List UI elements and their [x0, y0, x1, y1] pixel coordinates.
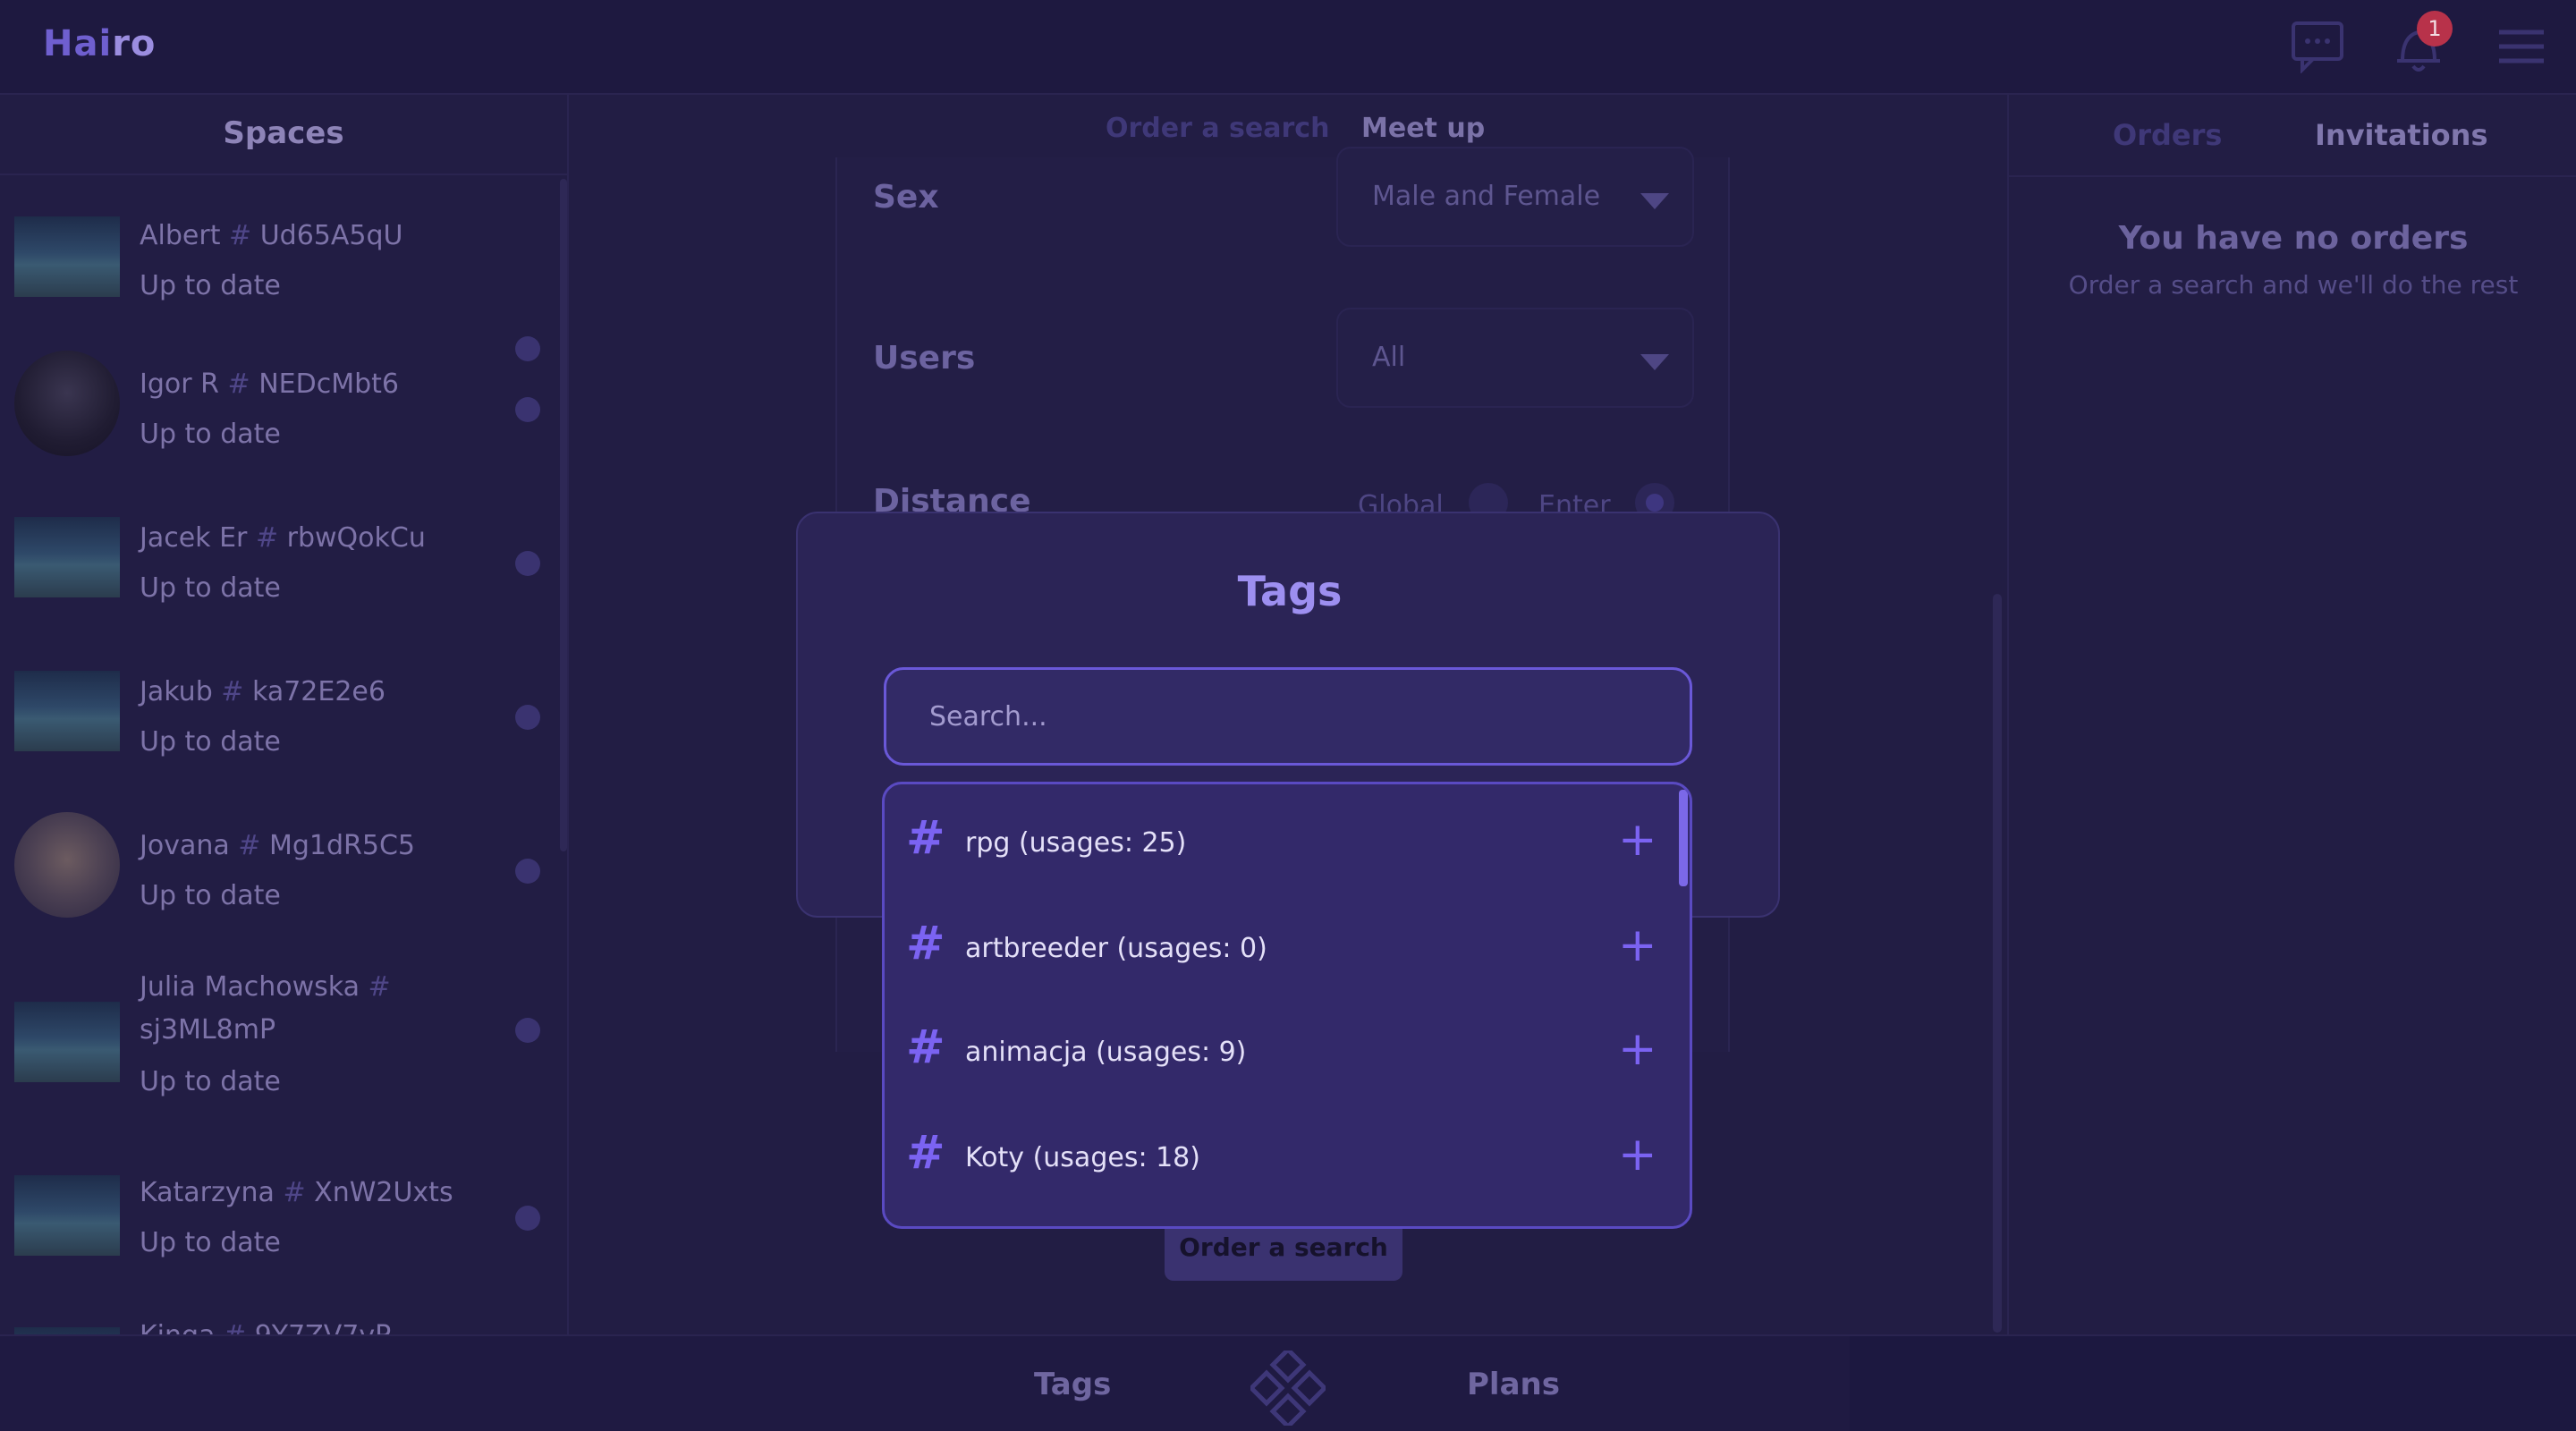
avatar — [14, 1327, 120, 1334]
tag-item[interactable]: # rpg (usages: 25) + — [885, 792, 1690, 897]
tag-label: artbreeder (usages: 0) — [965, 933, 1267, 964]
status-dot — [515, 551, 540, 576]
center-tabs: Order a search Meet up — [571, 95, 2005, 166]
tab-order-search[interactable]: Order a search — [1106, 113, 1329, 144]
hashtag-icon: # — [906, 1020, 945, 1074]
status-dot — [515, 859, 540, 884]
app-logo[interactable]: Hairo — [43, 23, 156, 64]
bottom-tags[interactable]: Tags — [1034, 1367, 1111, 1402]
tab-orders[interactable]: Orders — [2113, 118, 2222, 152]
sex-select[interactable]: Male and Female — [1336, 147, 1694, 247]
avatar — [14, 812, 120, 918]
top-bar: Hairo 1 — [0, 0, 2576, 95]
bottom-bar: Tags Plans — [0, 1334, 2576, 1431]
orders-sidebar: Orders Invitations You have no orders Or… — [2007, 95, 2576, 1334]
plus-icon[interactable]: + — [1618, 1128, 1657, 1181]
hashtag-icon: # — [906, 917, 945, 970]
notification-badge: 1 — [2417, 11, 2453, 47]
status-dot — [515, 705, 540, 730]
chevron-down-icon — [1640, 193, 1669, 209]
tabs-divider — [2009, 175, 2576, 177]
plus-icon[interactable]: + — [1618, 919, 1657, 972]
tag-item[interactable]: # Koty (usages: 18) + — [885, 1106, 1690, 1212]
space-item[interactable]: Kinga # 9Y7ZV7vP — [0, 1315, 567, 1334]
space-item[interactable]: Igor R # NEDcMbt6 Up to date — [0, 351, 567, 494]
tags-search-input[interactable] — [884, 667, 1692, 766]
modal-title: Tags — [1237, 567, 1343, 615]
status-dot — [515, 1206, 540, 1231]
space-item[interactable]: Albert # Ud65A5qU Up to date — [0, 204, 567, 361]
tag-item[interactable]: # animacja (usages: 9) + — [885, 1001, 1690, 1106]
spaces-title: Spaces — [0, 95, 567, 175]
users-select[interactable]: All — [1336, 308, 1694, 408]
space-item[interactable]: Katarzyna # XnW2Uxts Up to date — [0, 1163, 567, 1306]
avatar — [14, 351, 120, 456]
avatar — [14, 671, 120, 751]
tag-label: rpg (usages: 25) — [965, 827, 1187, 859]
space-item[interactable]: Jakub # ka72E2e6 Up to date — [0, 658, 567, 801]
bottom-plans[interactable]: Plans — [1467, 1367, 1560, 1402]
menu-icon[interactable] — [2494, 20, 2551, 73]
no-orders-title: You have no orders — [2118, 220, 2469, 257]
diamond-logo-icon[interactable] — [1248, 1346, 1328, 1430]
plus-icon[interactable]: + — [1618, 813, 1657, 867]
status-dot — [515, 1018, 540, 1043]
avatar — [14, 1002, 120, 1082]
plus-icon[interactable]: + — [1618, 1022, 1657, 1076]
sex-label: Sex — [873, 179, 939, 216]
tab-invitations[interactable]: Invitations — [2315, 118, 2487, 152]
hashtag-icon: # — [906, 811, 945, 865]
no-orders-subtitle: Order a search and we'll do the rest — [2068, 270, 2519, 300]
users-label: Users — [873, 340, 976, 377]
avatar — [14, 216, 120, 297]
space-item[interactable]: Julia Machowska # sj3ML8mP Up to date — [0, 966, 567, 1154]
status-dot — [515, 397, 540, 422]
spaces-sidebar: Spaces Albert # Ud65A5qU Up to date Igor… — [0, 95, 569, 1334]
center-scrollbar[interactable] — [1993, 594, 2002, 1333]
tab-meet-up[interactable]: Meet up — [1361, 113, 1485, 144]
avatar — [14, 517, 120, 597]
tag-label: animacja (usages: 9) — [965, 1037, 1247, 1068]
chat-icon[interactable] — [2290, 20, 2347, 74]
tag-item[interactable]: # artbreeder (usages: 0) + — [885, 897, 1690, 1003]
space-item[interactable]: Jovana # Mg1dR5C5 Up to date — [0, 812, 567, 955]
avatar — [14, 1175, 120, 1256]
space-item[interactable]: Jacek Er # rbwQokCu Up to date — [0, 504, 567, 648]
chevron-down-icon — [1640, 354, 1669, 370]
hashtag-icon: # — [906, 1126, 945, 1180]
tags-dropdown-list: # rpg (usages: 25) + # artbreeder (usage… — [882, 782, 1692, 1229]
tag-label: Koty (usages: 18) — [965, 1142, 1200, 1173]
